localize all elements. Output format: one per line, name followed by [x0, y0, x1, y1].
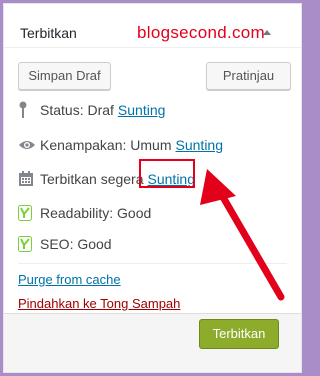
- annotation-arrow-icon: [200, 169, 285, 301]
